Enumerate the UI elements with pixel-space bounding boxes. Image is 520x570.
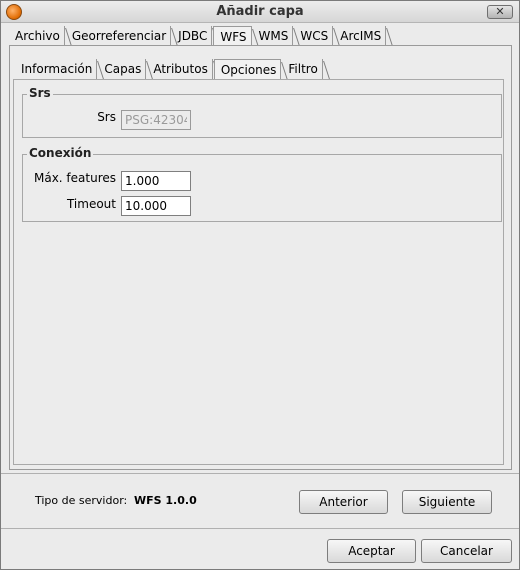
conexion-group-title: Conexión [27, 146, 94, 160]
title-bar[interactable]: Añadir capa ✕ [1, 1, 519, 23]
max-features-input[interactable] [121, 171, 191, 191]
options-panel: Srs Srs Conexión Máx. features Timeout [13, 79, 504, 465]
tab-atributos[interactable]: Atributos [147, 59, 213, 79]
next-button[interactable]: Siguiente [402, 490, 492, 514]
tab-arcims[interactable]: ArcIMS [334, 26, 387, 46]
cancel-button[interactable]: Cancelar [421, 539, 512, 563]
server-type-label: Tipo de servidor: [35, 494, 128, 507]
accept-button[interactable]: Aceptar [327, 539, 416, 563]
tab-jdbc[interactable]: JDBC [172, 26, 213, 46]
tab-archivo[interactable]: Archivo [9, 26, 65, 46]
max-features-label: Máx. features [33, 171, 116, 185]
tab-filtro[interactable]: Filtro [282, 59, 323, 79]
tab-wcs[interactable]: WCS [294, 26, 334, 46]
add-layer-dialog: Añadir capa ✕ Archivo Georreferenciar JD… [0, 0, 520, 570]
server-type-value: WFS 1.0.0 [134, 494, 197, 507]
tab-georreferenciar[interactable]: Georreferenciar [66, 26, 172, 46]
conexion-group: Conexión Máx. features Timeout [22, 146, 502, 222]
close-icon[interactable]: ✕ [487, 5, 513, 19]
srs-group-title: Srs [27, 86, 53, 100]
tab-informacion[interactable]: Información [15, 59, 98, 79]
main-tab-bar: Archivo Georreferenciar JDBC WFS WMS WCS… [9, 26, 387, 46]
srs-label: Srs [97, 110, 116, 124]
divider [1, 473, 519, 474]
wfs-sub-tab-bar: Información Capas Atributos Opciones Fil… [15, 59, 324, 79]
srs-group: Srs Srs [22, 86, 502, 138]
tab-capas[interactable]: Capas [98, 59, 147, 79]
srs-field[interactable] [121, 110, 191, 130]
tab-wms[interactable]: WMS [253, 26, 294, 46]
previous-button[interactable]: Anterior [299, 490, 388, 514]
window-title: Añadir capa [216, 4, 304, 19]
tab-opciones[interactable]: Opciones [213, 59, 282, 79]
timeout-input[interactable] [121, 196, 191, 216]
divider [1, 528, 519, 529]
timeout-label: Timeout [66, 197, 116, 211]
tab-wfs[interactable]: WFS [213, 26, 252, 46]
